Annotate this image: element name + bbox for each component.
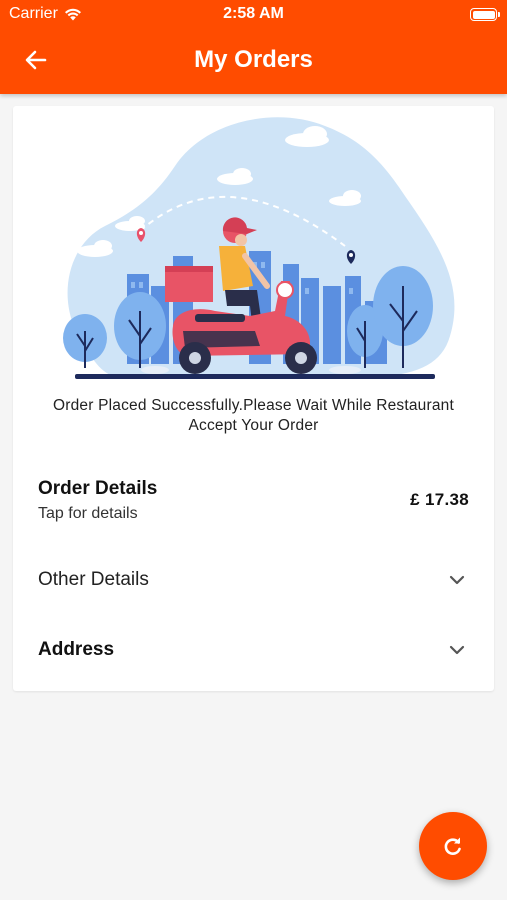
other-details-label: Other Details bbox=[38, 569, 149, 590]
status-time: 2:58 AM bbox=[223, 5, 284, 22]
order-details-title: Order Details bbox=[38, 478, 158, 499]
delivery-illustration bbox=[63, 117, 455, 379]
order-success-message: Order Placed Successfully.Please Wait Wh… bbox=[52, 397, 455, 434]
app-bar: Carrier 2:58 AM My Orders bbox=[0, 0, 507, 94]
address-expander[interactable]: Address bbox=[13, 619, 494, 683]
chevron-down-icon bbox=[449, 575, 465, 585]
status-bar: Carrier 2:58 AM bbox=[0, 0, 507, 28]
page-title: My Orders bbox=[194, 46, 313, 73]
battery-icon bbox=[470, 8, 500, 21]
nav-bar: My Orders bbox=[0, 30, 507, 90]
order-card: Order Placed Successfully.Please Wait Wh… bbox=[13, 106, 494, 691]
chevron-down-icon bbox=[449, 645, 465, 655]
order-details-row[interactable]: Order Details Tap for details £ 17.38 bbox=[13, 466, 494, 536]
other-details-expander[interactable]: Other Details bbox=[13, 549, 494, 613]
refresh-button[interactable] bbox=[419, 812, 487, 880]
order-total: £ 17.38 bbox=[410, 490, 469, 509]
address-label: Address bbox=[38, 639, 115, 660]
refresh-icon bbox=[444, 837, 461, 855]
order-details-subtitle: Tap for details bbox=[38, 505, 138, 522]
